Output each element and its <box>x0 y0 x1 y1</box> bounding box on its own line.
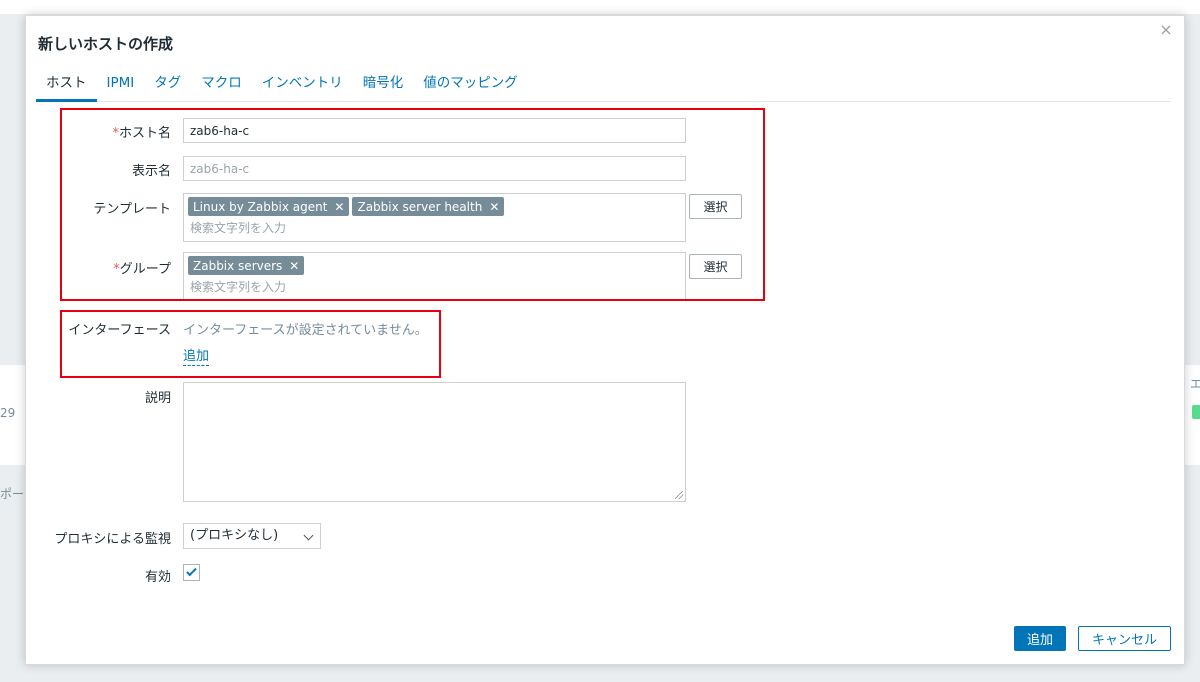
interfaces-empty-text: インターフェースが設定されていません。 <box>183 323 428 338</box>
cancel-button[interactable]: キャンセル <box>1078 626 1171 651</box>
remove-icon[interactable]: ✕ <box>334 200 344 214</box>
description-label: 説明 <box>144 391 171 406</box>
visible-name-input[interactable] <box>183 156 686 181</box>
enabled-label: 有効 <box>144 570 171 585</box>
template-chips: Linux by Zabbix agent ✕ Zabbix server hea… <box>188 197 681 216</box>
group-chips: Zabbix servers ✕ <box>188 256 681 275</box>
groups-multiselect[interactable]: Zabbix servers ✕ 検索文字列を入力 <box>183 252 686 299</box>
remove-icon[interactable]: ✕ <box>289 259 299 273</box>
create-host-dialog: 新しいホストの作成 × ホスト IPMI タグ マクロ インベントリ 暗号化 値… <box>25 15 1185 665</box>
close-icon[interactable]: × <box>1156 20 1176 40</box>
resize-grip-icon[interactable] <box>675 491 683 499</box>
background-text: ポー <box>0 487 25 501</box>
background-status-badge <box>1192 405 1200 419</box>
check-icon <box>186 565 197 577</box>
groups-search-input[interactable]: 検索文字列を入力 <box>190 278 681 294</box>
host-name-label: *ホスト名 <box>112 126 171 141</box>
enabled-checkbox[interactable] <box>183 564 200 581</box>
tab-bar: ホスト IPMI タグ マクロ インベントリ 暗号化 値のマッピング <box>36 72 1171 102</box>
add-button[interactable]: 追加 <box>1014 626 1066 651</box>
proxy-select[interactable]: (プロキシなし) <box>183 523 321 549</box>
proxy-label: プロキシによる監視 <box>54 532 171 547</box>
visible-name-label: 表示名 <box>131 164 171 179</box>
tab-inventory[interactable]: インベントリ <box>252 72 353 102</box>
tab-value-mapping[interactable]: 値のマッピング <box>413 72 528 102</box>
tab-ipmi[interactable]: IPMI <box>97 72 145 102</box>
templates-multiselect[interactable]: Linux by Zabbix agent ✕ Zabbix server hea… <box>183 193 686 242</box>
background-text: エ <box>1190 377 1200 391</box>
background-text: 29 <box>0 406 16 420</box>
template-chip: Linux by Zabbix agent ✕ <box>188 197 350 216</box>
templates-label: テンプレート <box>93 202 171 217</box>
tab-tags[interactable]: タグ <box>144 72 191 102</box>
background-band-top <box>0 0 1200 14</box>
tab-encryption[interactable]: 暗号化 <box>353 72 414 102</box>
add-interface-link[interactable]: 追加 <box>183 349 210 366</box>
groups-select-button[interactable]: 選択 <box>689 254 742 279</box>
templates-select-button[interactable]: 選択 <box>689 194 742 219</box>
dialog-title: 新しいホストの作成 <box>38 35 174 53</box>
groups-label: *グループ <box>113 262 171 277</box>
group-chip: Zabbix servers ✕ <box>188 256 305 275</box>
chevron-down-icon <box>303 530 314 541</box>
host-name-input[interactable] <box>183 118 686 143</box>
interfaces-label: インターフェース <box>68 323 171 338</box>
description-textarea[interactable] <box>183 382 686 502</box>
templates-search-input[interactable]: 検索文字列を入力 <box>190 219 681 235</box>
tab-macros[interactable]: マクロ <box>191 72 252 102</box>
remove-icon[interactable]: ✕ <box>489 200 499 214</box>
tab-host[interactable]: ホスト <box>36 72 97 102</box>
template-chip: Zabbix server health ✕ <box>352 197 505 216</box>
